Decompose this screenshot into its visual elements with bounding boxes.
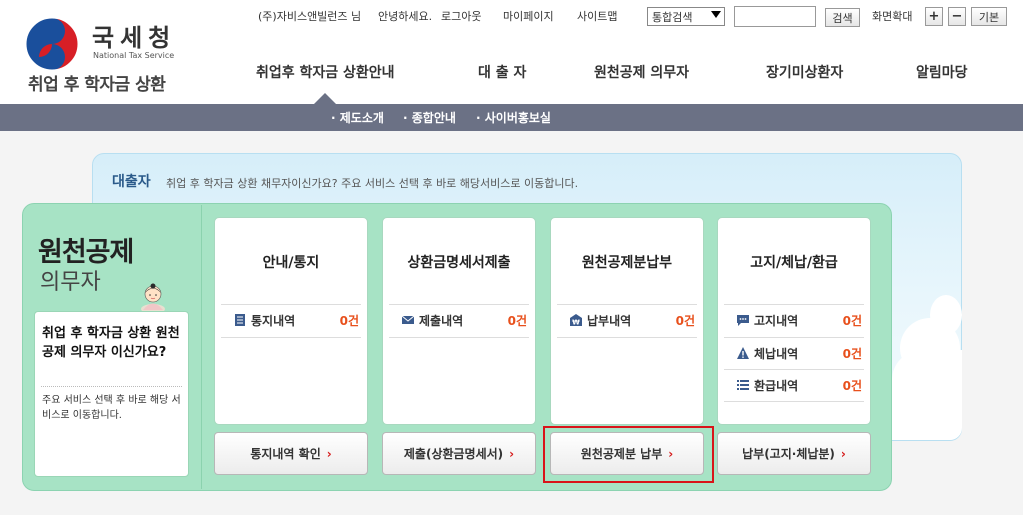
cloud-decoration	[892, 350, 962, 440]
gnb-long-term-unpaid[interactable]: 장기미상환자	[766, 62, 843, 82]
card-divider	[724, 401, 864, 402]
card-row-refund-history[interactable]: 환급내역 0건	[736, 376, 864, 394]
zoom-label: 화면확대	[872, 10, 913, 23]
card-row-submission-history[interactable]: 제출내역 0건	[401, 311, 529, 329]
row-label: 제출내역	[419, 313, 464, 328]
document-icon	[233, 313, 247, 327]
taeguk-logo-icon	[25, 17, 79, 71]
list-icon	[736, 378, 750, 392]
borrower-description: 취업 후 학자금 상환 채무자이신가요? 주요 서비스 선택 후 바로 해당서비…	[166, 177, 579, 190]
button-label: 제출(상환금명세서)	[403, 447, 504, 461]
button-label: 통지내역 확인	[250, 447, 321, 461]
panel-divider	[201, 205, 202, 489]
chevron-right-icon: ›	[509, 446, 515, 461]
card-title: 상환금명세서제출	[407, 255, 511, 271]
check-notice-button[interactable]: 통지내역 확인 ›	[214, 432, 368, 475]
speech-bubble-icon	[736, 313, 750, 327]
card-title: 안내/통지	[262, 255, 320, 271]
row-label: 통지내역	[251, 313, 296, 328]
nts-logo[interactable]: 국세청 National Tax Service 취업 후 학자금 상환	[24, 14, 189, 95]
card-title: 원천공제분납부	[581, 255, 673, 271]
cloud-decoration	[930, 295, 962, 335]
card-divider	[724, 337, 864, 338]
selection-highlight	[543, 426, 714, 483]
subnav-cyber-pr[interactable]: · 사이버홍보실	[476, 109, 551, 126]
svg-text:₩: ₩	[572, 319, 580, 327]
won-envelope-icon: ₩	[569, 313, 583, 327]
card-row-billing-history[interactable]: 고지내역 0건	[736, 311, 864, 329]
withholding-question: 취업 후 학자금 상환 원천공제 의무자 이신가요?	[42, 326, 180, 360]
zoom-in-button[interactable]: +	[925, 7, 943, 26]
character-icon	[141, 283, 165, 313]
card-divider	[557, 304, 697, 305]
card-divider	[724, 304, 864, 305]
card-billing: 고지/체납/환급 고지내역 0건 체납내역 0건 환급내역 0건	[717, 217, 871, 425]
card-payment: 원천공제분납부 ₩ 납부내역 0건	[550, 217, 704, 425]
logo-subtitle: 취업 후 학자금 상환	[28, 75, 166, 95]
card-divider	[221, 337, 361, 338]
row-label: 환급내역	[754, 378, 799, 393]
gnb-borrower[interactable]: 대 출 자	[478, 62, 526, 82]
card-title: 고지/체납/환급	[750, 255, 838, 271]
row-count: 0건	[842, 378, 862, 393]
header: 국세청 National Tax Service 취업 후 학자금 상환 (주)…	[0, 0, 1023, 104]
row-count: 0건	[842, 313, 862, 328]
search-input[interactable]	[734, 6, 816, 27]
row-label: 고지내역	[754, 313, 799, 328]
subnav-overview[interactable]: · 종합안내	[403, 109, 456, 126]
logout-link[interactable]: 로그아웃	[441, 6, 481, 26]
withholding-info-box: 취업 후 학자금 상환 원천공제 의무자 이신가요? 주요 서비스 선택 후 바…	[34, 311, 189, 477]
search-scope-value: 통합검색	[652, 10, 693, 24]
card-divider	[221, 304, 361, 305]
card-notice: 안내/통지 통지내역 0건	[214, 217, 368, 425]
card-row-payment-history[interactable]: ₩ 납부내역 0건	[569, 311, 697, 329]
active-menu-pointer	[314, 93, 336, 104]
subnav-system-intro[interactable]: · 제도소개	[331, 109, 384, 126]
zoom-reset-button[interactable]: 기본	[971, 7, 1007, 26]
info-divider	[41, 386, 182, 387]
envelope-icon	[401, 313, 415, 327]
card-divider	[724, 369, 864, 370]
greeting-text: 안녕하세요.	[378, 10, 433, 23]
chevron-right-icon: ›	[326, 446, 332, 461]
mypage-link[interactable]: 마이페이지	[503, 6, 554, 26]
search-scope-select[interactable]: 통합검색	[647, 7, 725, 26]
pay-billing-arrears-button[interactable]: 납부(고지·체납분) ›	[717, 432, 871, 475]
warning-icon	[736, 346, 750, 360]
card-divider	[557, 337, 697, 338]
sub-navigation: · 제도소개 · 종합안내 · 사이버홍보실	[0, 93, 1023, 131]
card-divider	[389, 304, 529, 305]
card-divider	[389, 337, 529, 338]
user-name: (주)자비스앤빌런즈 님	[258, 10, 362, 23]
withholding-subtitle: 의무자	[40, 270, 101, 295]
row-label: 체납내역	[754, 346, 799, 361]
logo-title: 국세청	[92, 24, 177, 52]
chevron-right-icon: ›	[840, 446, 846, 461]
row-count: 0건	[507, 313, 527, 328]
gnb-notice[interactable]: 알림마당	[916, 62, 968, 82]
dropdown-arrow-icon	[711, 11, 721, 18]
sitemap-link[interactable]: 사이트맵	[577, 6, 617, 26]
search-button[interactable]: 검색	[825, 8, 860, 27]
card-submission: 상환금명세서제출 제출내역 0건	[382, 217, 536, 425]
row-count: 0건	[842, 346, 862, 361]
logo-english: National Tax Service	[93, 51, 175, 60]
gnb-withholding[interactable]: 원천공제 의무자	[594, 62, 689, 82]
withholding-description: 주요 서비스 선택 후 바로 해당 서비스로 이동합니다.	[42, 395, 181, 421]
zoom-out-button[interactable]: −	[948, 7, 966, 26]
card-row-notice-history[interactable]: 통지내역 0건	[233, 311, 361, 329]
gnb-repayment-guide[interactable]: 취업후 학자금 상환안내	[256, 62, 395, 82]
button-label: 납부(고지·체납분)	[742, 447, 835, 461]
row-count: 0건	[339, 313, 359, 328]
borrower-title[interactable]: 대출자	[112, 171, 151, 191]
card-row-arrears-history[interactable]: 체납내역 0건	[736, 344, 864, 362]
row-count: 0건	[675, 313, 695, 328]
row-label: 납부내역	[587, 313, 632, 328]
submit-statement-button[interactable]: 제출(상환금명세서) ›	[382, 432, 536, 475]
